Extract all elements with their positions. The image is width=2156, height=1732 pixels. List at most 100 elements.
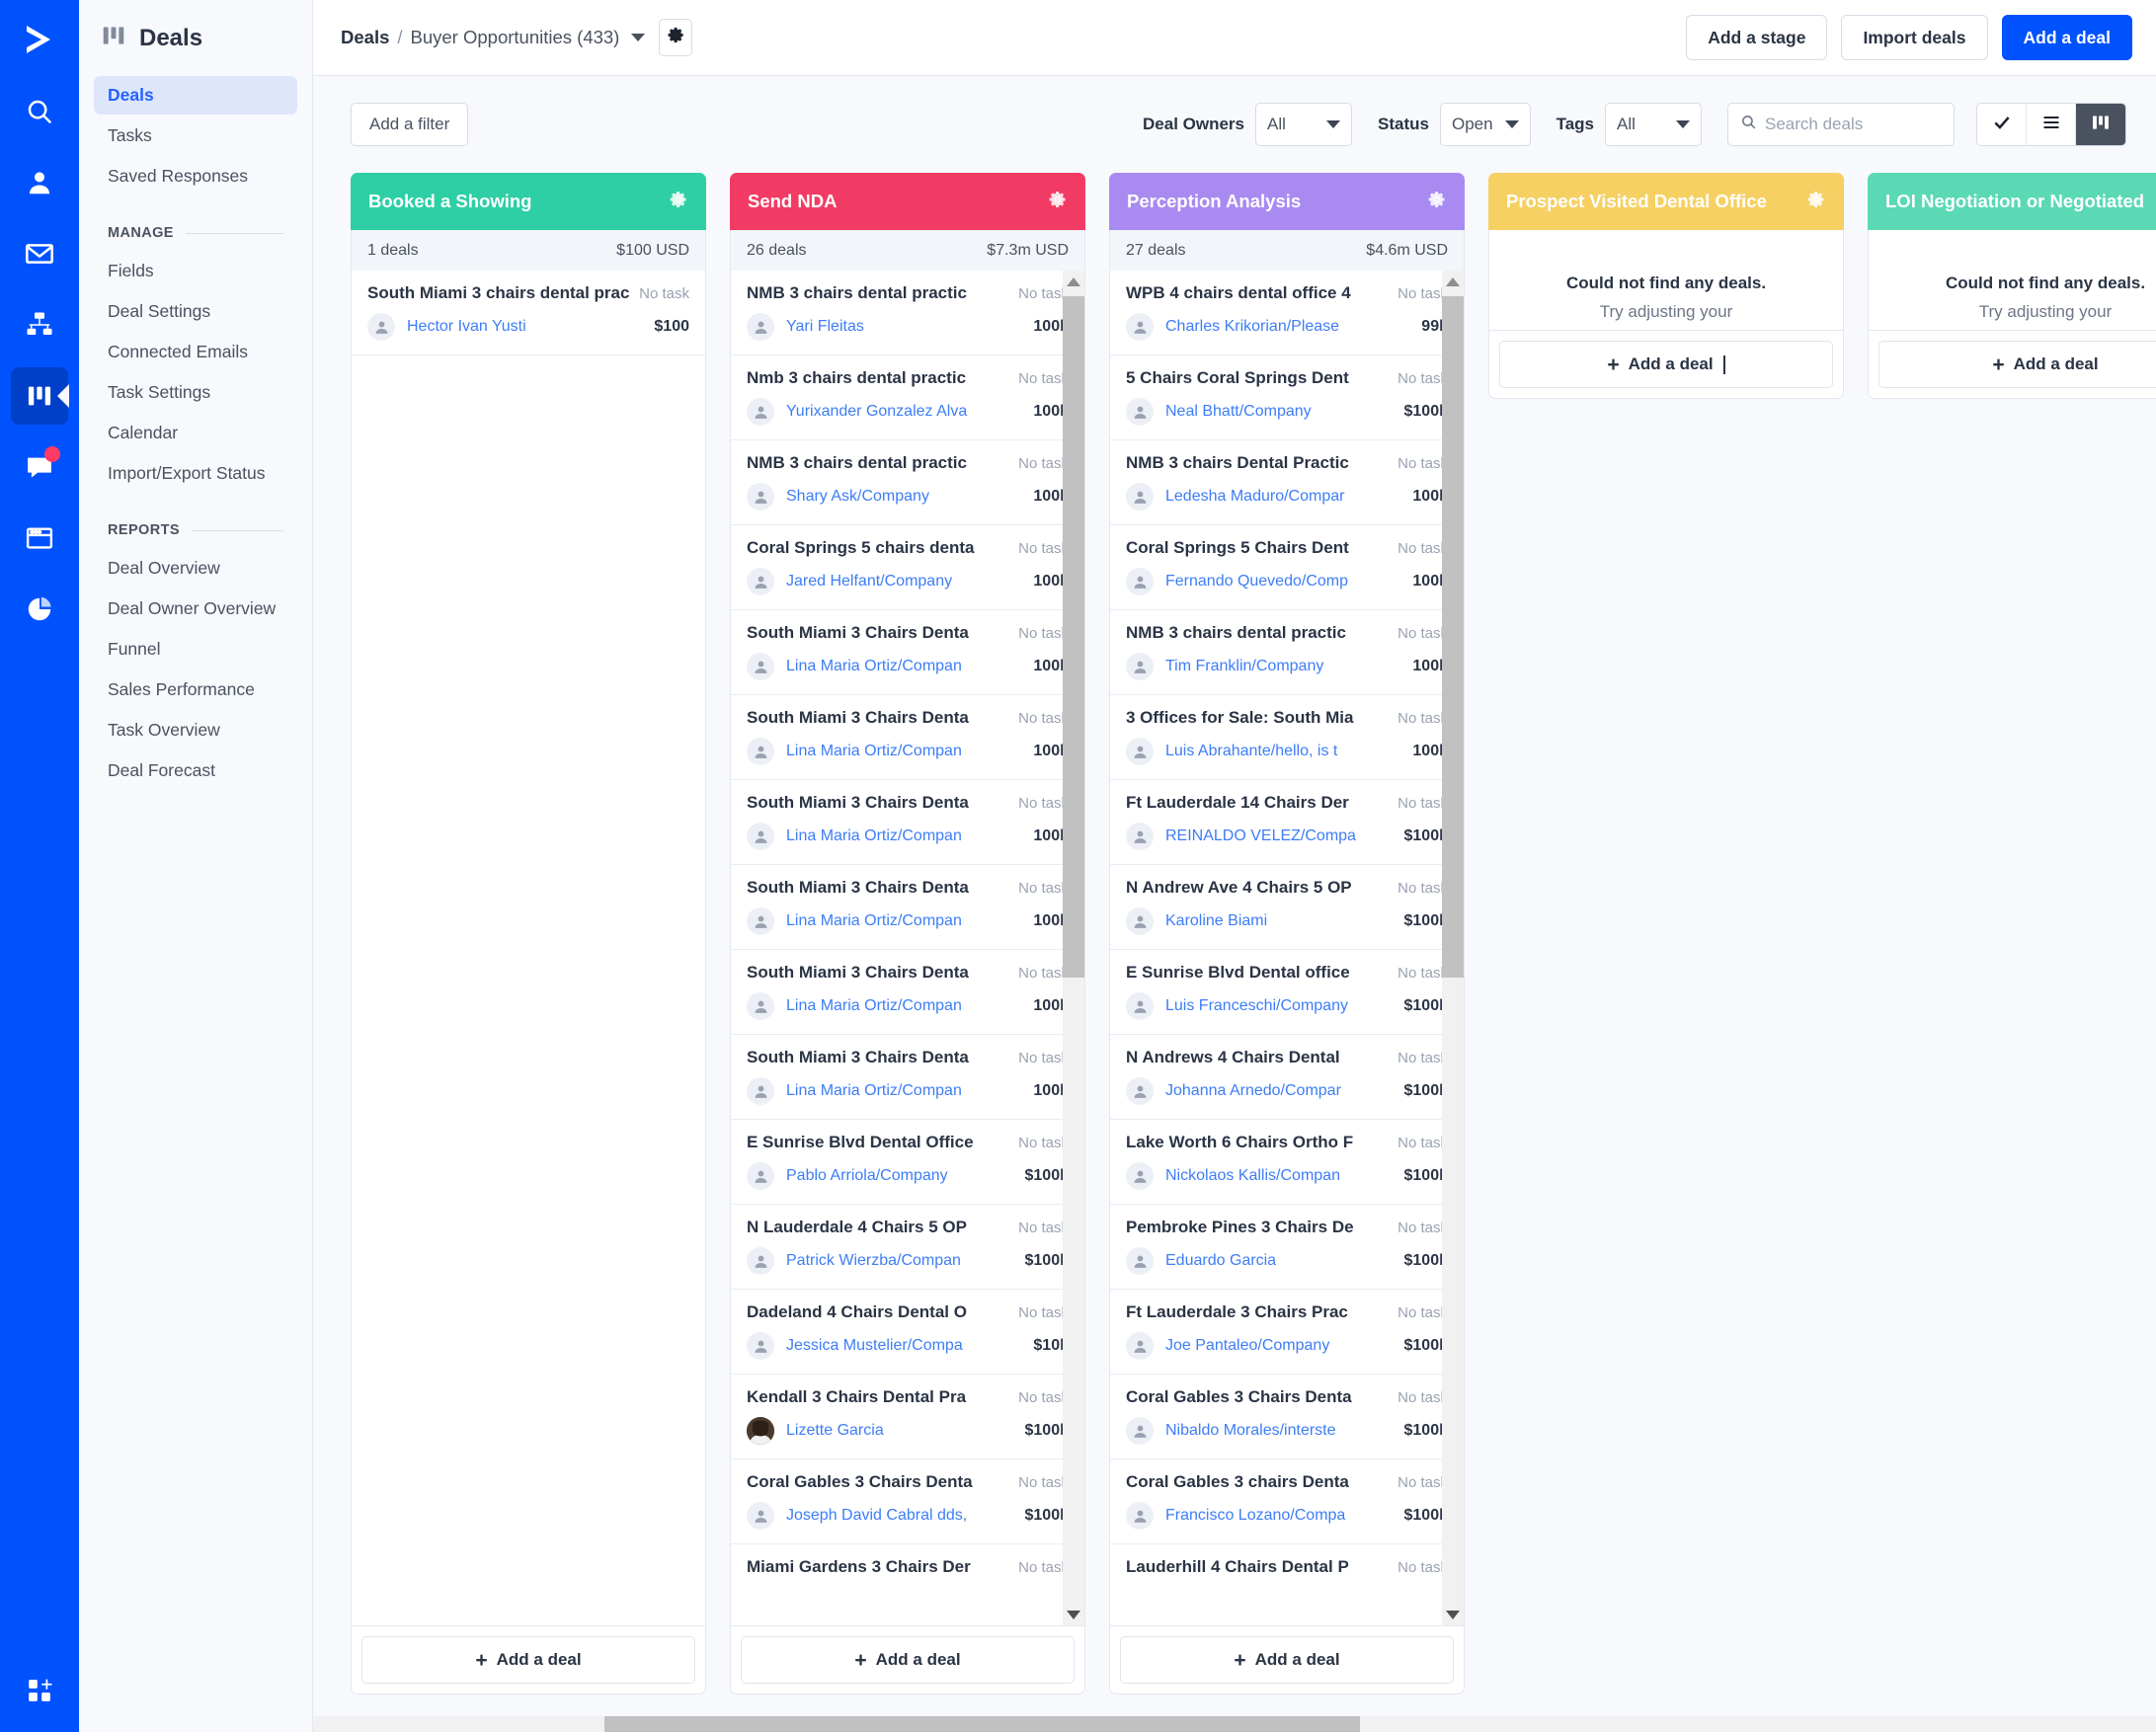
- deal-card[interactable]: South Miami 3 Chairs Denta No task Lina Ma…: [731, 780, 1084, 865]
- deal-owner[interactable]: Yurixander Gonzalez Alva: [786, 403, 1021, 421]
- deal-card[interactable]: NMB 3 chairs Dental Practic No task Ledesh…: [1110, 440, 1464, 525]
- deal-card[interactable]: 3 Offices for Sale: South Mia No task Luis…: [1110, 695, 1464, 780]
- import-deals-button[interactable]: Import deals: [1841, 15, 1988, 60]
- deal-card[interactable]: Lauderhill 4 Chairs Dental P No task: [1110, 1544, 1464, 1625]
- deal-owner[interactable]: Joseph David Cabral dds,: [786, 1507, 1013, 1525]
- sidebar-item-deal-forecast[interactable]: Deal Forecast: [94, 751, 297, 790]
- deal-card[interactable]: South Miami 3 Chairs Denta No task Lina Ma…: [731, 610, 1084, 695]
- gear-icon[interactable]: [1806, 190, 1826, 214]
- deal-card[interactable]: WPB 4 chairs dental office 4 No task Charl…: [1110, 271, 1464, 355]
- sidebar-item-calendar[interactable]: Calendar: [94, 414, 297, 452]
- deal-card[interactable]: E Sunrise Blvd Dental office No task Luis …: [1110, 950, 1464, 1035]
- deal-card[interactable]: South Miami 3 Chairs Denta No task Lina Ma…: [731, 865, 1084, 950]
- activecampaign-logo-icon[interactable]: [14, 14, 65, 65]
- add-deal-button[interactable]: Add a deal: [2001, 15, 2132, 60]
- deal-card[interactable]: Ft Lauderdale 14 Chairs Der No task REINAL…: [1110, 780, 1464, 865]
- deal-owner[interactable]: Shary Ask/Company: [786, 488, 1021, 506]
- rail-item-campaigns[interactable]: [11, 225, 68, 282]
- rail-item-reports[interactable]: [11, 581, 68, 638]
- deal-owner[interactable]: Joe Pantaleo/Company: [1165, 1337, 1393, 1355]
- deal-card[interactable]: Coral Gables 3 Chairs Denta No task Nibald…: [1110, 1375, 1464, 1459]
- deal-owner[interactable]: Eduardo Garcia: [1165, 1252, 1393, 1270]
- rail-item-deals[interactable]: [11, 367, 69, 425]
- breadcrumb-current-pipeline[interactable]: Buyer Opportunities (433): [411, 27, 620, 48]
- deal-card[interactable]: South Miami 3 Chairs Denta No task Lina Ma…: [731, 695, 1084, 780]
- sidebar-item-import-export-status[interactable]: Import/Export Status: [94, 454, 297, 493]
- deal-owner[interactable]: Pablo Arriola/Company: [786, 1167, 1013, 1185]
- board-view-button[interactable]: [2076, 104, 2125, 145]
- deal-card[interactable]: Pembroke Pines 3 Chairs De No task Eduardo…: [1110, 1205, 1464, 1290]
- deal-owner[interactable]: Fernando Quevedo/Comp: [1165, 573, 1400, 590]
- gear-icon[interactable]: [1427, 190, 1447, 214]
- kanban-board[interactable]: Booked a Showing 1 deals $100 USD South Mia…: [313, 173, 2156, 1732]
- rail-item-apps[interactable]: [0, 1678, 79, 1708]
- sidebar-item-sales-performance[interactable]: Sales Performance: [94, 670, 297, 709]
- deal-owner[interactable]: Lina Maria Ortiz/Compan: [786, 827, 1021, 845]
- board-horizontal-scroll-thumb[interactable]: [604, 1716, 1360, 1732]
- add-filter-button[interactable]: Add a filter: [351, 103, 469, 146]
- deal-card[interactable]: Coral Springs 5 chairs denta No task Jared…: [731, 525, 1084, 610]
- search-input[interactable]: [1765, 115, 1942, 134]
- breadcrumb-root[interactable]: Deals: [341, 27, 389, 48]
- sidebar-item-funnel[interactable]: Funnel: [94, 630, 297, 669]
- deal-owner[interactable]: Nickolaos Kallis/Compan: [1165, 1167, 1393, 1185]
- sidebar-item-task-overview[interactable]: Task Overview: [94, 711, 297, 749]
- deal-card[interactable]: N Andrews 4 Chairs Dental No task Johanna…: [1110, 1035, 1464, 1120]
- chevron-down-icon[interactable]: [631, 34, 646, 41]
- gear-icon[interactable]: [1048, 190, 1068, 214]
- deal-owner[interactable]: Ledesha Maduro/Compar: [1165, 488, 1400, 506]
- scroll-down-arrow-icon[interactable]: [1442, 1604, 1464, 1625]
- sidebar-item-tasks[interactable]: Tasks: [94, 117, 297, 155]
- deal-owner[interactable]: Johanna Arnedo/Compar: [1165, 1082, 1393, 1100]
- list-view-button[interactable]: [2027, 104, 2076, 145]
- deal-card[interactable]: Ft Lauderdale 3 Chairs Prac No task Joe Pa…: [1110, 1290, 1464, 1375]
- add-deal-in-column-button[interactable]: + Add a deal: [1120, 1636, 1454, 1684]
- deal-owner[interactable]: Hector Ivan Yusti: [407, 318, 642, 336]
- scroll-up-arrow-icon[interactable]: [1442, 271, 1464, 292]
- deal-card[interactable]: NMB 3 chairs dental practic No task Shary …: [731, 440, 1084, 525]
- column-scroll-thumb[interactable]: [1442, 296, 1464, 978]
- deal-owner[interactable]: Lizette Garcia: [786, 1422, 1013, 1440]
- deal-card[interactable]: Miami Gardens 3 Chairs Der No task: [731, 1544, 1084, 1625]
- deal-owner[interactable]: Tim Franklin/Company: [1165, 658, 1400, 675]
- deal-card[interactable]: South Miami 3 chairs dental prac No task H…: [352, 271, 705, 355]
- sidebar-item-deal-owner-overview[interactable]: Deal Owner Overview: [94, 590, 297, 628]
- rail-item-automations[interactable]: [11, 296, 68, 354]
- add-deal-in-column-button[interactable]: + Add a deal: [1499, 341, 1833, 388]
- deal-card[interactable]: Coral Gables 3 chairs Denta No task Franci…: [1110, 1459, 1464, 1544]
- sidebar-item-saved-responses[interactable]: Saved Responses: [94, 157, 297, 196]
- status-select[interactable]: Open: [1439, 103, 1531, 146]
- scroll-down-arrow-icon[interactable]: [1063, 1604, 1084, 1625]
- select-mode-button[interactable]: [1977, 104, 2027, 145]
- rail-item-website[interactable]: [11, 510, 68, 567]
- deal-owner[interactable]: Karoline Biami: [1165, 912, 1393, 930]
- deal-owner[interactable]: Neal Bhatt/Company: [1165, 403, 1393, 421]
- deal-owner[interactable]: Luis Franceschi/Company: [1165, 997, 1393, 1015]
- deal-card[interactable]: Kendall 3 Chairs Dental Pra No task Lizett…: [731, 1375, 1084, 1459]
- deal-card[interactable]: E Sunrise Blvd Dental Office No task Pablo…: [731, 1120, 1084, 1205]
- deal-owner[interactable]: Nibaldo Morales/interste: [1165, 1422, 1393, 1440]
- deal-card[interactable]: South Miami 3 Chairs Denta No task Lina Ma…: [731, 1035, 1084, 1120]
- tags-select[interactable]: All: [1605, 103, 1702, 146]
- add-deal-in-column-button[interactable]: + Add a deal: [741, 1636, 1075, 1684]
- deal-owner[interactable]: Charles Krikorian/Please: [1165, 318, 1409, 336]
- deal-card[interactable]: South Miami 3 Chairs Denta No task Lina Ma…: [731, 950, 1084, 1035]
- sidebar-item-deal-overview[interactable]: Deal Overview: [94, 549, 297, 588]
- deal-owner[interactable]: Lina Maria Ortiz/Compan: [786, 1082, 1021, 1100]
- deal-owner[interactable]: Luis Abrahante/hello, is t: [1165, 743, 1400, 760]
- sidebar-item-task-settings[interactable]: Task Settings: [94, 373, 297, 412]
- scroll-up-arrow-icon[interactable]: [1063, 271, 1084, 292]
- sidebar-item-connected-emails[interactable]: Connected Emails: [94, 333, 297, 371]
- deal-owners-select[interactable]: All: [1255, 103, 1353, 146]
- rail-item-search[interactable]: [11, 83, 68, 140]
- deal-card[interactable]: Nmb 3 chairs dental practic No task Yurixa…: [731, 355, 1084, 440]
- deal-card[interactable]: Dadeland 4 Chairs Dental O No task Jessica…: [731, 1290, 1084, 1375]
- deal-card[interactable]: Lake Worth 6 Chairs Ortho F No task Nickol…: [1110, 1120, 1464, 1205]
- deal-owner[interactable]: Lina Maria Ortiz/Compan: [786, 997, 1021, 1015]
- deal-owner[interactable]: Jared Helfant/Company: [786, 573, 1021, 590]
- pipeline-settings-button[interactable]: [659, 19, 693, 56]
- column-scroll-thumb[interactable]: [1063, 296, 1084, 978]
- deal-owner[interactable]: Lina Maria Ortiz/Compan: [786, 743, 1021, 760]
- add-deal-in-column-button[interactable]: + Add a deal: [361, 1636, 695, 1684]
- deal-owner[interactable]: Yari Fleitas: [786, 318, 1021, 336]
